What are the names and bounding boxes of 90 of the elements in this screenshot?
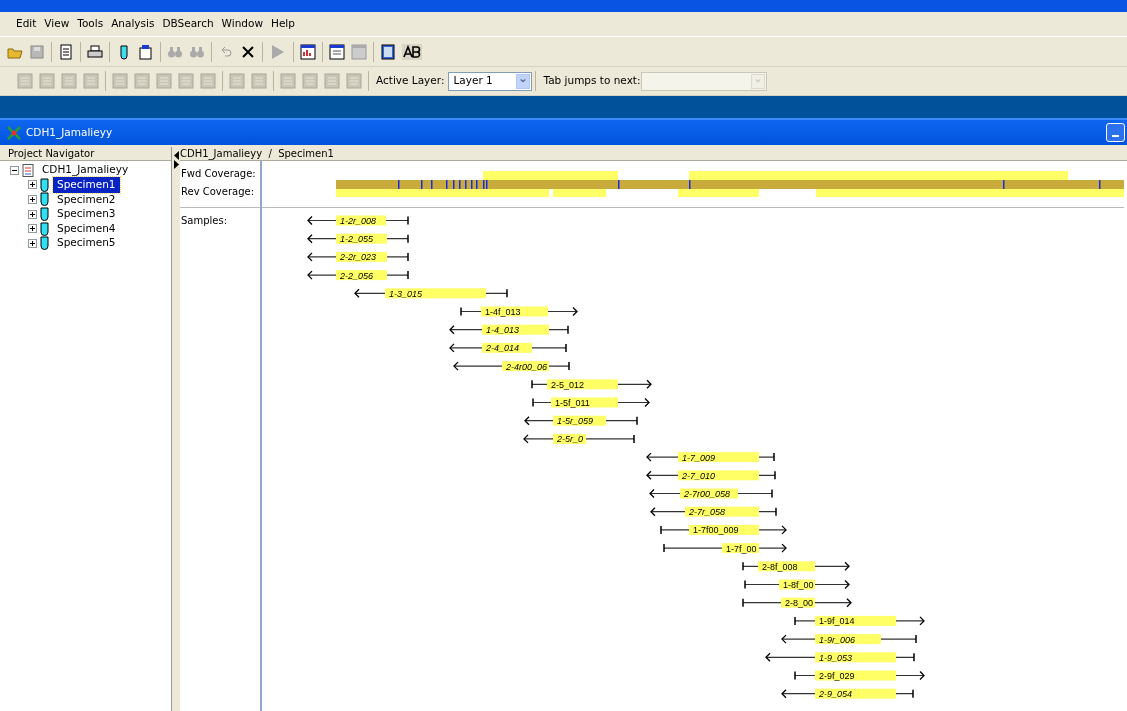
save-icon[interactable]: [29, 43, 45, 60]
read-name: 1-9_053: [819, 652, 853, 663]
read-name: 2-9f_029: [819, 671, 855, 681]
read-name: 1-9r_006: [819, 634, 856, 645]
grid-icon[interactable]: [251, 73, 267, 89]
grid-icon[interactable]: [134, 73, 150, 89]
print-icon[interactable]: [87, 43, 103, 60]
read-name: 1-3_015: [389, 288, 423, 299]
chart-window-icon[interactable]: [300, 43, 316, 60]
read-name: 1-7f00_009: [693, 525, 739, 536]
grid-icon[interactable]: [178, 73, 194, 89]
menu-item[interactable]: Analysis: [107, 16, 159, 32]
document-icon: [22, 163, 34, 177]
caret-icon: [754, 78, 761, 84]
menu-item[interactable]: View: [40, 16, 74, 32]
tube-icon: [40, 236, 49, 251]
read-name: 2-5r_0: [557, 434, 583, 445]
tube-icon: [40, 192, 49, 207]
tree-item[interactable]: Specimen2: [53, 191, 120, 208]
tree-item[interactable]: Specimen4: [53, 220, 120, 237]
read-name: 2-8f_008: [762, 561, 798, 572]
grid-icon[interactable]: [17, 73, 33, 89]
tree-item[interactable]: CDH1_Jamalieyy: [38, 162, 133, 179]
grid-icon[interactable]: [324, 73, 340, 89]
track-label: Fwd Coverage:: [181, 168, 256, 179]
window-icon[interactable]: [329, 43, 345, 60]
menu-item[interactable]: Edit: [12, 16, 41, 32]
expand-toggle[interactable]: [28, 224, 37, 234]
grid-icon[interactable]: [229, 73, 245, 89]
grid-icon[interactable]: [39, 73, 55, 89]
read-name: 1-5r_059: [557, 416, 594, 427]
read-name: 1-7_009: [682, 452, 716, 463]
menu-item[interactable]: DBSearch: [158, 16, 218, 32]
read-name: 1-8f_00: [783, 580, 814, 590]
read-name: 2-8_00: [785, 598, 814, 609]
read-name: 2-7_010: [682, 470, 716, 481]
tree-item[interactable]: Specimen1: [53, 177, 120, 193]
tree-item[interactable]: Specimen3: [53, 206, 120, 222]
field-label: Tab jumps to next:: [543, 73, 641, 89]
menu-item[interactable]: Tools: [73, 16, 108, 32]
minimize-button[interactable]: [1106, 123, 1125, 142]
breadcrumb: CDH1_Jamalieyy / Specimen1: [180, 148, 334, 159]
read-name: 1-5f_011: [555, 398, 590, 408]
menu-item[interactable]: Window: [217, 16, 267, 32]
read-name: 2-2r_023: [340, 252, 377, 263]
spell-check-icon[interactable]: [402, 43, 422, 60]
tube-icon: [40, 207, 49, 222]
grid-icon[interactable]: [280, 73, 296, 89]
read-name: 2-2_056: [340, 270, 374, 281]
clipboard-icon[interactable]: [138, 43, 154, 60]
read-name: 1-4_013: [486, 325, 520, 336]
collapse-toggle[interactable]: [10, 165, 19, 175]
expand-toggle[interactable]: [28, 209, 37, 219]
read-name: 2-7r00_058: [684, 489, 731, 499]
tab-target-dropdown[interactable]: [640, 71, 767, 91]
read-name: 1-2r_008: [340, 216, 377, 226]
pane-title: Project Navigator: [8, 148, 95, 159]
caret-icon: [520, 78, 527, 84]
notepad-icon[interactable]: [58, 43, 74, 60]
read-name: 1-4f_013: [485, 307, 521, 317]
expand-toggle[interactable]: [28, 238, 37, 248]
read-name: 2-5_012: [551, 379, 585, 390]
tree-item[interactable]: Specimen5: [53, 235, 120, 252]
track-label: Rev Coverage:: [181, 186, 255, 197]
close-icon[interactable]: [240, 43, 256, 60]
expand-toggle[interactable]: [28, 195, 37, 204]
read-name: 1-2_055: [340, 234, 374, 245]
read-name: 2-4r00_06: [506, 361, 548, 372]
grid-icon[interactable]: [61, 73, 77, 89]
samples-label: Samples:: [181, 215, 228, 226]
expand-toggle[interactable]: [28, 180, 37, 190]
field-label: Active Layer:: [376, 73, 445, 89]
read-name: 1-9f_014: [819, 616, 855, 627]
tube-icon: [40, 221, 49, 236]
document-window-title: CDH1_Jamalieyy: [26, 124, 113, 141]
grid-icon[interactable]: [200, 73, 216, 89]
grid-icon[interactable]: [302, 73, 318, 89]
grid-icon[interactable]: [83, 73, 99, 89]
dna-icon: [6, 124, 22, 141]
read-name: 1-7f_00: [726, 543, 757, 554]
read-name: 2-7r_058: [689, 507, 726, 518]
read-name: 2-4_014: [486, 343, 520, 354]
layer-dropdown[interactable]: Layer 1: [448, 71, 533, 91]
grid-icon[interactable]: [112, 73, 128, 89]
tube-icon: [40, 177, 49, 192]
read-name: 2-9_054: [819, 689, 853, 700]
menu-item[interactable]: Help: [267, 16, 299, 32]
grid-icon[interactable]: [346, 73, 362, 89]
grid-icon[interactable]: [156, 73, 172, 89]
calculator-icon[interactable]: [380, 43, 396, 60]
